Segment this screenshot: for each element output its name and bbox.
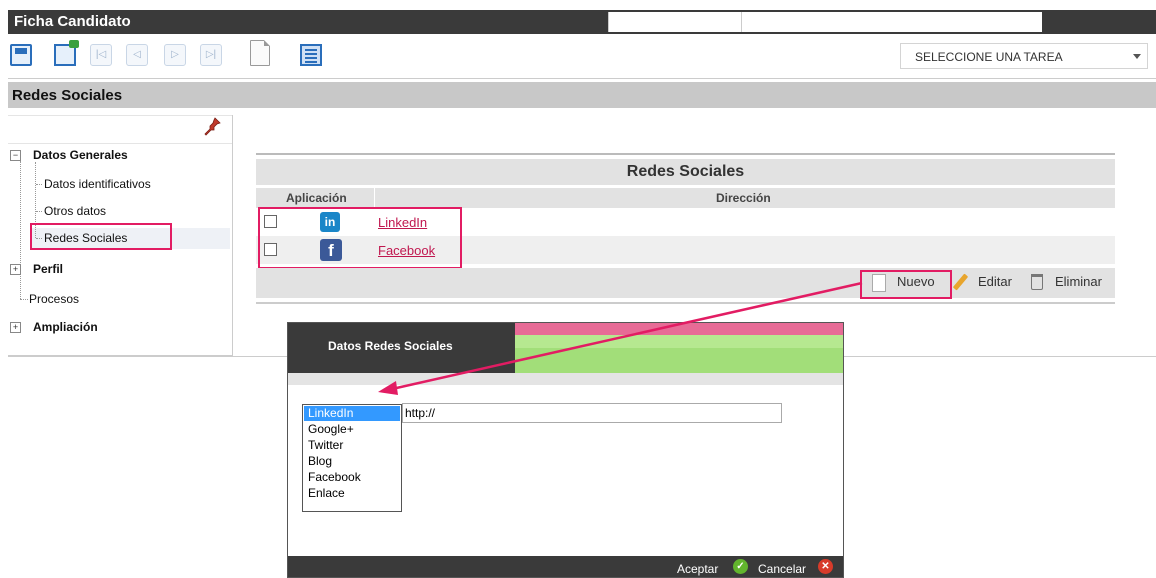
task-select[interactable]: SELECCIONE UNA TAREA [900, 43, 1148, 69]
decorative-stripe [515, 323, 843, 335]
close-icon[interactable]: ✕ [818, 559, 833, 574]
grid-title-bar: Redes Sociales [256, 159, 1115, 185]
dialog-band [288, 373, 843, 385]
dialog-title: Datos Redes Sociales [328, 339, 453, 353]
decorative-stripe [515, 348, 843, 373]
tree-node-procesos[interactable]: Procesos [29, 292, 79, 306]
network-listbox[interactable]: LinkedIn Google+ Twitter Blog Facebook E… [302, 404, 402, 512]
listbox-option[interactable]: LinkedIn [304, 406, 400, 421]
section-title: Redes Sociales [12, 87, 123, 104]
divider [8, 78, 1156, 79]
grid-actions-bar: Nuevo Editar Eliminar [256, 268, 1115, 298]
divider [844, 356, 1156, 357]
edit-button[interactable]: Editar [978, 274, 1012, 289]
column-header-direccion[interactable]: Dirección [716, 191, 771, 205]
last-record-icon[interactable]: ▷| [200, 44, 222, 66]
save-exit-icon[interactable] [54, 40, 79, 66]
listbox-option[interactable]: Google+ [304, 422, 400, 437]
tree-node-datos-generales[interactable]: Datos Generales [33, 148, 128, 162]
tree-line [36, 184, 42, 185]
expand-icon[interactable]: + [10, 322, 21, 333]
tree-node-otros-datos[interactable]: Otros datos [44, 204, 106, 218]
title-bar-tab[interactable] [741, 12, 1042, 32]
collapse-icon[interactable]: − [10, 150, 21, 161]
tree-node-datos-identificativos[interactable]: Datos identificativos [44, 177, 151, 191]
check-icon[interactable]: ✓ [733, 559, 748, 574]
divider [256, 302, 1115, 304]
listbox-option[interactable]: Blog [304, 454, 400, 469]
save-icon[interactable] [10, 44, 32, 66]
listbox-option[interactable]: Enlace [304, 486, 400, 501]
section-header: Redes Sociales [8, 82, 1156, 108]
list-icon[interactable] [300, 44, 322, 66]
grid-header: Aplicación Dirección [256, 187, 1115, 208]
window-title: Ficha Candidato [14, 13, 131, 30]
chevron-down-icon [1133, 54, 1141, 59]
window-title-bar: Ficha Candidato [8, 10, 1156, 34]
url-input-value: http:// [405, 406, 436, 420]
delete-button[interactable]: Eliminar [1055, 274, 1102, 289]
next-record-icon[interactable]: ▷ [164, 44, 186, 66]
tree-toolbar [8, 115, 232, 144]
first-record-icon[interactable]: |◁ [90, 44, 112, 66]
dialog-header: Datos Redes Sociales [288, 323, 515, 373]
tree-line [36, 211, 42, 212]
prev-record-icon[interactable]: ◁ [126, 44, 148, 66]
highlight-box [258, 207, 462, 269]
column-header-aplicacion[interactable]: Aplicación [286, 191, 347, 205]
task-select-value: SELECCIONE UNA TAREA [915, 50, 1063, 64]
pencil-icon[interactable] [952, 273, 969, 291]
url-input[interactable]: http:// [402, 403, 782, 423]
decorative-stripe [515, 335, 843, 348]
highlight-box [860, 270, 952, 299]
new-document-icon[interactable] [250, 40, 270, 66]
tree-node-perfil[interactable]: Perfil [33, 262, 63, 276]
dialog-footer: Aceptar ✓ Cancelar ✕ [288, 556, 843, 577]
dialog: Datos Redes Sociales LinkedIn Google+ Tw… [287, 322, 844, 578]
trash-icon[interactable] [1031, 274, 1043, 290]
tree-line [20, 161, 21, 299]
expand-icon[interactable]: + [10, 264, 21, 275]
tree-node-ampliacion[interactable]: Ampliación [33, 320, 98, 334]
divider [8, 356, 287, 357]
divider [256, 153, 1115, 155]
listbox-option[interactable]: Twitter [304, 438, 400, 453]
highlight-box [30, 223, 172, 250]
pin-icon[interactable] [202, 116, 222, 138]
accept-button[interactable]: Aceptar [677, 562, 718, 576]
tree-line [20, 299, 28, 300]
column-separator [374, 188, 375, 208]
cancel-button[interactable]: Cancelar [758, 562, 806, 576]
listbox-option[interactable]: Facebook [304, 470, 400, 485]
grid-title: Redes Sociales [626, 163, 745, 180]
title-bar-tab[interactable] [608, 12, 741, 32]
